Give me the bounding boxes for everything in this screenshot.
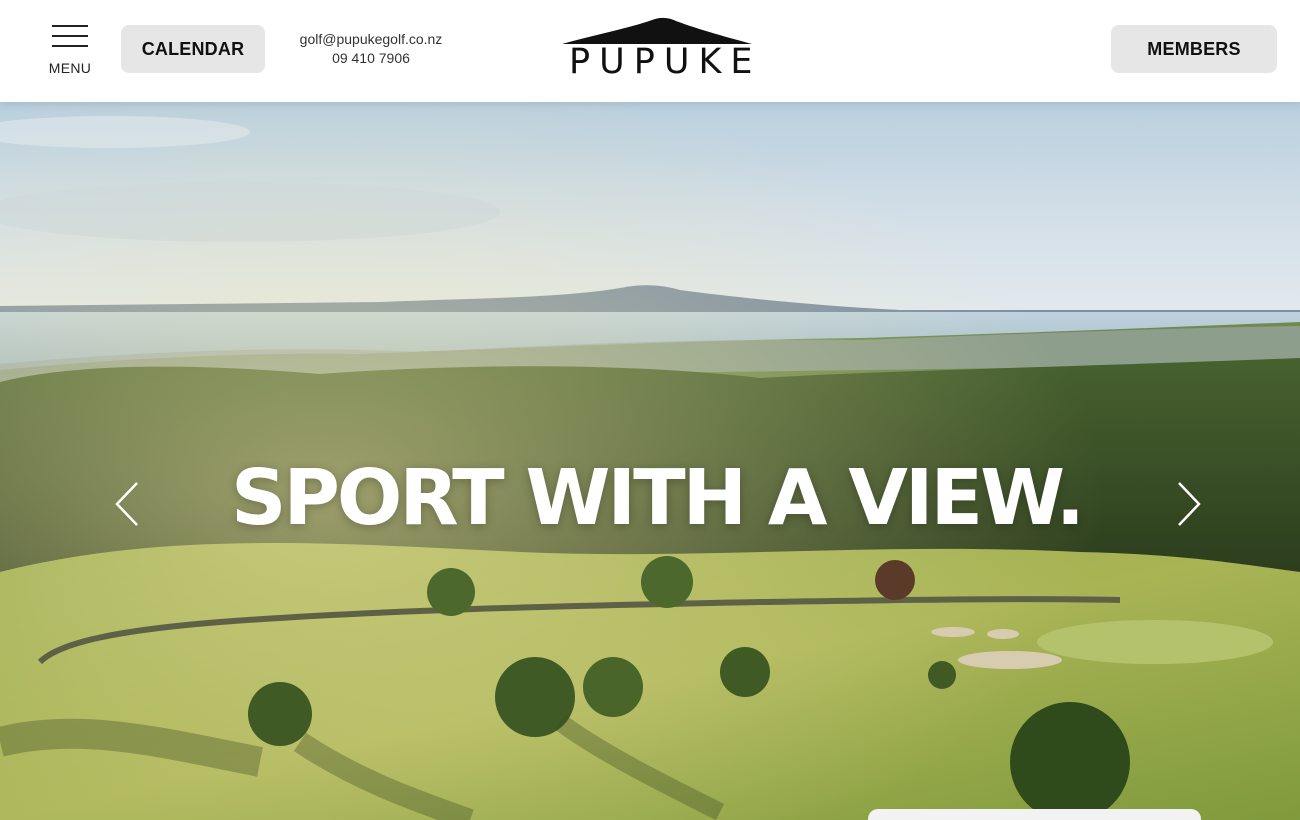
members-button[interactable]: MEMBERS bbox=[1111, 25, 1277, 73]
site-header: MENU CALENDAR golf@pupukegolf.co.nz 09 4… bbox=[0, 0, 1300, 102]
bottom-card-peek bbox=[868, 809, 1201, 820]
contact-info: golf@pupukegolf.co.nz 09 410 7906 bbox=[286, 30, 456, 68]
site-logo[interactable]: PUPUKE bbox=[560, 14, 754, 84]
hero-slider: SPORT WITH A VIEW. bbox=[0, 102, 1300, 820]
calendar-button[interactable]: CALENDAR bbox=[121, 25, 265, 73]
menu-button[interactable]: MENU bbox=[44, 22, 100, 82]
hero-headline: SPORT WITH A VIEW. bbox=[230, 454, 1085, 543]
menu-label: MENU bbox=[48, 60, 92, 76]
slider-next-button[interactable] bbox=[1174, 480, 1204, 528]
contact-email-link[interactable]: golf@pupukegolf.co.nz bbox=[286, 30, 456, 49]
logo-text: PUPUKE bbox=[569, 42, 762, 82]
contact-phone-link[interactable]: 09 410 7906 bbox=[286, 49, 456, 68]
chevron-right-icon bbox=[1178, 482, 1201, 526]
hamburger-icon bbox=[52, 25, 88, 47]
